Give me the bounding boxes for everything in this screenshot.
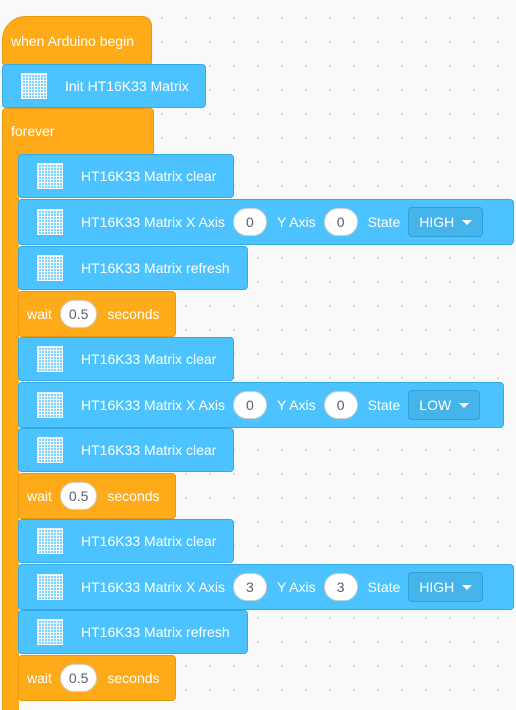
x-axis-input[interactable]: 0 (232, 391, 267, 419)
clear-label: HT16K33 Matrix clear (81, 533, 217, 549)
seconds-label: seconds (107, 488, 160, 504)
hat-label: when Arduino begin (11, 33, 134, 49)
state-dropdown[interactable]: HIGH (408, 572, 484, 602)
clear-label: HT16K33 Matrix clear (81, 442, 217, 458)
wait-block[interactable]: wait 0.5 seconds (18, 473, 176, 519)
matrix-set-pixel-block[interactable]: HT16K33 Matrix X Axis 0 Y Axis 0 State H… (18, 199, 514, 245)
forever-block[interactable]: forever (2, 108, 154, 158)
matrix-clear-block[interactable]: HT16K33 Matrix clear (18, 519, 234, 563)
wait-seconds-input[interactable]: 0.5 (59, 482, 98, 510)
matrix-icon (37, 528, 63, 554)
init-label: Init HT16K33 Matrix (65, 78, 189, 94)
wait-label: wait (27, 306, 52, 322)
init-matrix-block[interactable]: Init HT16K33 Matrix (2, 64, 206, 108)
x-axis-label: HT16K33 Matrix X Axis (81, 214, 225, 230)
matrix-icon (37, 392, 63, 418)
y-axis-input[interactable]: 0 (323, 391, 358, 419)
state-value: HIGH (419, 214, 455, 230)
matrix-icon (37, 619, 63, 645)
clear-label: HT16K33 Matrix clear (81, 351, 217, 367)
seconds-label: seconds (107, 670, 160, 686)
matrix-icon (37, 574, 63, 600)
matrix-icon (21, 73, 47, 99)
y-axis-label: Y Axis (276, 579, 316, 595)
matrix-set-pixel-block[interactable]: HT16K33 Matrix X Axis 3 Y Axis 3 State H… (18, 564, 514, 610)
when-arduino-begin-block[interactable]: when Arduino begin (2, 16, 152, 66)
matrix-set-pixel-block[interactable]: HT16K33 Matrix X Axis 0 Y Axis 0 State L… (18, 382, 504, 428)
refresh-label: HT16K33 Matrix refresh (81, 624, 230, 640)
state-dropdown[interactable]: LOW (408, 390, 481, 420)
matrix-icon (37, 437, 63, 463)
y-axis-input[interactable]: 3 (323, 573, 358, 601)
caret-down-icon (462, 219, 473, 225)
matrix-refresh-block[interactable]: HT16K33 Matrix refresh (18, 246, 248, 290)
caret-down-icon (459, 402, 470, 408)
state-dropdown[interactable]: HIGH (408, 207, 484, 237)
x-axis-label: HT16K33 Matrix X Axis (81, 397, 225, 413)
wait-block[interactable]: wait 0.5 seconds (18, 291, 176, 337)
caret-down-icon (462, 584, 473, 590)
matrix-icon (37, 255, 63, 281)
x-axis-input[interactable]: 3 (232, 573, 267, 601)
seconds-label: seconds (107, 306, 160, 322)
matrix-icon (37, 209, 63, 235)
clear-label: HT16K33 Matrix clear (81, 168, 217, 184)
matrix-icon (37, 346, 63, 372)
matrix-icon (37, 163, 63, 189)
state-value: HIGH (419, 579, 455, 595)
y-axis-label: Y Axis (276, 214, 316, 230)
state-value: LOW (419, 397, 452, 413)
wait-block[interactable]: wait 0.5 seconds (18, 655, 176, 701)
wait-label: wait (27, 488, 52, 504)
forever-label: forever (11, 123, 55, 139)
x-axis-input[interactable]: 0 (232, 208, 267, 236)
matrix-clear-block[interactable]: HT16K33 Matrix clear (18, 154, 234, 198)
matrix-clear-block[interactable]: HT16K33 Matrix clear (18, 337, 234, 381)
y-axis-input[interactable]: 0 (323, 208, 358, 236)
x-axis-label: HT16K33 Matrix X Axis (81, 579, 225, 595)
state-label: State (367, 397, 401, 413)
matrix-clear-block[interactable]: HT16K33 Matrix clear (18, 428, 234, 472)
y-axis-label: Y Axis (276, 397, 316, 413)
state-label: State (367, 579, 401, 595)
state-label: State (367, 214, 401, 230)
refresh-label: HT16K33 Matrix refresh (81, 260, 230, 276)
wait-seconds-input[interactable]: 0.5 (59, 300, 98, 328)
wait-label: wait (27, 670, 52, 686)
matrix-refresh-block[interactable]: HT16K33 Matrix refresh (18, 610, 248, 654)
wait-seconds-input[interactable]: 0.5 (59, 664, 98, 692)
forever-arm (2, 150, 19, 710)
